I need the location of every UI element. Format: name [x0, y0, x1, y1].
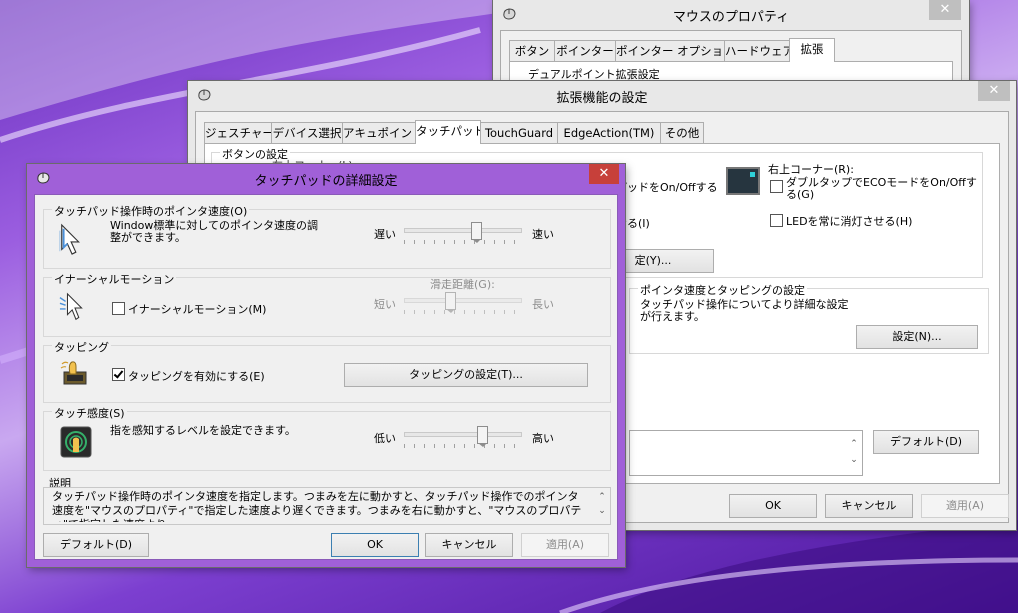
inertial-motion-group: イナーシャルモーション イナーシャルモーション(M) 滑走距離(G): 短い 長… — [43, 271, 611, 337]
tapping-settings-button[interactable]: タッピングの設定(T)... — [344, 363, 588, 387]
default-button[interactable]: デフォルト(D) — [43, 533, 149, 557]
tab-strip: ボタン ポインター ポインター オプション ハードウェア 拡張 — [509, 38, 949, 62]
title-bar: タッチパッドの詳細設定 ✕ — [27, 164, 625, 194]
dual-point-label: デュアルポイント拡張設定 — [528, 68, 660, 81]
slider-thumb[interactable] — [477, 426, 488, 447]
right-corner-label: 右上コーナー(R): — [768, 163, 854, 176]
short-label: 短い — [374, 298, 396, 311]
description-box: タッチパッド操作時のポインタ速度を指定します。つまみを左に動かすと、タッチパッド… — [43, 487, 611, 525]
group-label: タッピング — [52, 339, 111, 355]
tab-accupoint[interactable]: アキュポイント — [342, 122, 416, 143]
touch-sensitivity-group: タッチ感度(S) 指を感知するレベルを設定できます。 低い 高い — [43, 405, 611, 471]
tab-button[interactable]: ボタン — [509, 40, 555, 61]
title-bar: マウスのプロパティ ✕ — [493, 0, 969, 30]
tab-touchguard[interactable]: TouchGuard — [480, 122, 558, 143]
sensitivity-description: 指を感知するレベルを設定できます。 — [110, 424, 296, 437]
pointer-cursor-icon — [59, 223, 80, 255]
close-button[interactable]: ✕ — [589, 164, 619, 184]
tab-gesture[interactable]: ジェスチャー — [204, 122, 272, 143]
long-label: 長い — [532, 298, 554, 311]
mouse-properties-window: マウスのプロパティ ✕ ボタン ポインター ポインター オプション ハードウェア… — [493, 0, 969, 92]
tab-device-select[interactable]: デバイス選択 — [271, 122, 343, 143]
cancel-button[interactable]: キャンセル — [425, 533, 513, 557]
description-text: タッチパッド操作時のポインタ速度を指定します。つまみを左に動かすと、タッチパッド… — [52, 490, 582, 522]
tab-hardware[interactable]: ハードウェア — [724, 40, 790, 61]
scroll-down-icon[interactable]: ⌄ — [848, 455, 860, 465]
slider-thumb[interactable] — [445, 292, 456, 313]
group-label: ポインタ速度とタッピングの設定 — [638, 282, 807, 298]
pointer-tapping-group: ポインタ速度とタッピングの設定 タッチパッド操作についてより詳細な設定が行えます… — [629, 282, 989, 354]
settings-n-button[interactable]: 設定(N)... — [856, 325, 978, 349]
eco-mode-checkbox[interactable] — [770, 180, 783, 193]
close-button[interactable]: ✕ — [929, 0, 961, 20]
client-area: タッチパッド操作時のポインタ速度(O) Window標準に対してのポインタ速度の… — [34, 194, 618, 560]
inertial-cursor-icon — [59, 292, 83, 321]
eco-mode-label: ダブルタップでECOモードをOn/Offする(G) — [786, 176, 977, 201]
tab-other[interactable]: その他 — [660, 122, 704, 143]
group-label: タッチ感度(S) — [52, 405, 127, 421]
pointer-speed-slider[interactable] — [404, 222, 522, 244]
default-button[interactable]: デフォルト(D) — [873, 430, 979, 454]
sensitivity-slider[interactable] — [404, 426, 522, 448]
led-off-checkbox[interactable] — [770, 214, 783, 227]
tab-pointer[interactable]: ポインター — [554, 40, 616, 61]
apply-button[interactable]: 適用(A) — [921, 494, 1009, 518]
description-box: ⌃ ⌄ — [629, 430, 863, 476]
tapping-group: タッピング タッピングを有効にする(E) タッピングの設定(T)... — [43, 339, 611, 403]
tab-extended[interactable]: 拡張 — [789, 38, 835, 62]
ok-button[interactable]: OK — [729, 494, 817, 518]
tab-edgeaction[interactable]: EdgeAction(TM) — [557, 122, 661, 143]
slow-label: 遅い — [374, 228, 396, 241]
scroll-up-icon[interactable]: ⌃ — [848, 439, 860, 449]
touch-sensitivity-icon — [60, 426, 92, 458]
led-off-label: LEDを常に消灯させる(H) — [786, 215, 913, 228]
window-title: タッチパッドの詳細設定 — [254, 174, 398, 189]
inertial-motion-checkbox[interactable] — [112, 302, 125, 315]
fast-label: 速い — [532, 228, 554, 241]
touchpad-detail-window: タッチパッドの詳細設定 ✕ タッチパッド操作時のポインタ速度(O) Window… — [27, 164, 625, 567]
title-bar: 拡張機能の設定 ✕ — [188, 81, 1016, 111]
group-label: タッチパッド操作時のポインタ速度(O) — [52, 203, 250, 219]
tab-strip: ジェスチャー デバイス選択 アキュポイント タッチパッド TouchGuard … — [204, 120, 764, 144]
scroll-up-icon[interactable]: ⌃ — [596, 492, 608, 502]
pointer-description: タッチパッド操作についてより詳細な設定が行えます。 — [640, 298, 849, 323]
enable-tapping-label: タッピングを有効にする(E) — [128, 370, 265, 383]
touchpad-onoff-label: パッドをOn/Offする — [616, 181, 718, 194]
ok-button[interactable]: OK — [331, 533, 419, 557]
inertial-motion-label: イナーシャルモーション(M) — [128, 303, 267, 316]
tab-touchpad[interactable]: タッチパッド — [415, 120, 481, 144]
pointer-speed-group: タッチパッド操作時のポインタ速度(O) Window標準に対してのポインタ速度の… — [43, 203, 611, 269]
tapping-hand-icon — [60, 361, 87, 385]
enable-tapping-checkbox[interactable] — [112, 368, 125, 381]
slider-thumb[interactable] — [471, 222, 482, 243]
glide-distance-slider[interactable] — [404, 292, 522, 314]
pointer-speed-description: Window標準に対してのポインタ速度の調整ができます。 — [110, 219, 319, 244]
glide-distance-label: 滑走距離(G): — [430, 278, 495, 291]
corner-preview-icon — [726, 167, 760, 195]
window-title: マウスのプロパティ — [672, 10, 790, 25]
close-button[interactable]: ✕ — [978, 81, 1010, 101]
group-label: イナーシャルモーション — [52, 271, 177, 287]
low-label: 低い — [374, 432, 396, 445]
apply-button[interactable]: 適用(A) — [521, 533, 609, 557]
cancel-button[interactable]: キャンセル — [825, 494, 913, 518]
scroll-down-icon[interactable]: ⌄ — [596, 506, 608, 516]
window-title: 拡張機能の設定 — [556, 91, 648, 106]
high-label: 高い — [532, 432, 554, 445]
tab-pointer-options[interactable]: ポインター オプション — [615, 40, 725, 61]
